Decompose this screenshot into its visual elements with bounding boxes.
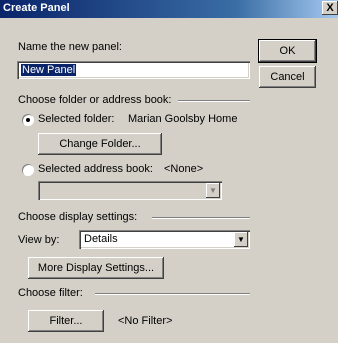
display-group-divider [152,217,250,219]
panel-name-value: New Panel [21,64,77,76]
radio-selected-dot [26,118,30,122]
ok-button[interactable]: OK [258,39,317,63]
chevron-down-icon[interactable]: ▼ [206,183,220,198]
filter-button[interactable]: Filter... [28,310,104,332]
title-bar: Create Panel X [0,0,338,18]
view-by-value: Details [84,233,118,245]
cancel-button[interactable]: Cancel [259,66,316,88]
close-icon: X [326,2,334,14]
address-book-combo[interactable]: ▼ [38,181,222,200]
filter-group-divider [95,293,250,295]
selected-folder-radio[interactable] [22,114,34,126]
change-folder-button[interactable]: Change Folder... [38,133,162,155]
selected-address-book-label: Selected address book: [38,163,153,175]
panel-name-input[interactable]: New Panel [17,61,250,79]
window-title: Create Panel [3,2,70,14]
filter-group-header: Choose filter: [18,287,83,299]
filter-value: <No Filter> [118,315,173,327]
selected-folder-label: Selected folder: [38,113,115,125]
selected-address-book-radio[interactable] [22,164,34,176]
selected-address-book-value: <None> [164,163,204,175]
selected-folder-value: Marian Goolsby Home [128,113,238,125]
create-panel-dialog: Create Panel X Name the new panel: New P… [0,0,338,343]
chevron-down-icon[interactable]: ▼ [234,232,248,247]
folder-group-header: Choose folder or address book: [18,94,172,106]
close-button[interactable]: X [322,1,338,15]
display-group-header: Choose display settings: [18,211,138,223]
view-by-select[interactable]: Details ▼ [79,230,250,249]
more-display-settings-button[interactable]: More Display Settings... [28,257,164,279]
view-by-label: View by: [18,234,60,246]
panel-name-label: Name the new panel: [18,41,122,53]
folder-group-divider [178,100,250,102]
